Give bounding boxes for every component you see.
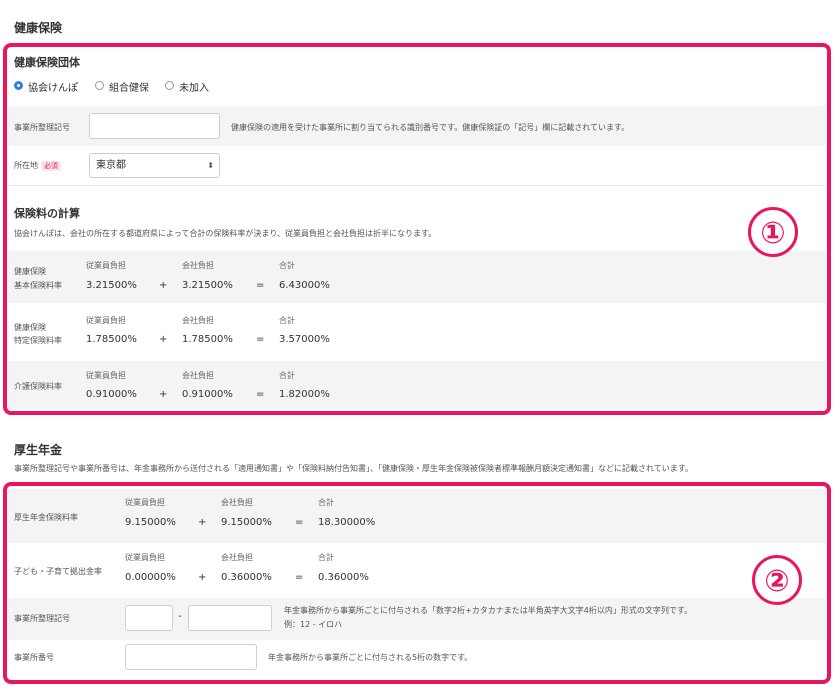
health-section-title: 健康保険 xyxy=(14,21,63,35)
annotation-badge-2: ② xyxy=(752,555,802,605)
highlight-frame-1 xyxy=(3,43,831,415)
annotation-badge-1: ① xyxy=(748,207,798,257)
pension-desc: 事業所整理記号や事業所番号は、年金事務所から送付される「適用通知書」や「保険料納… xyxy=(14,464,693,473)
highlight-frame-2 xyxy=(3,482,831,684)
pension-section-title: 厚生年金 xyxy=(14,443,63,457)
